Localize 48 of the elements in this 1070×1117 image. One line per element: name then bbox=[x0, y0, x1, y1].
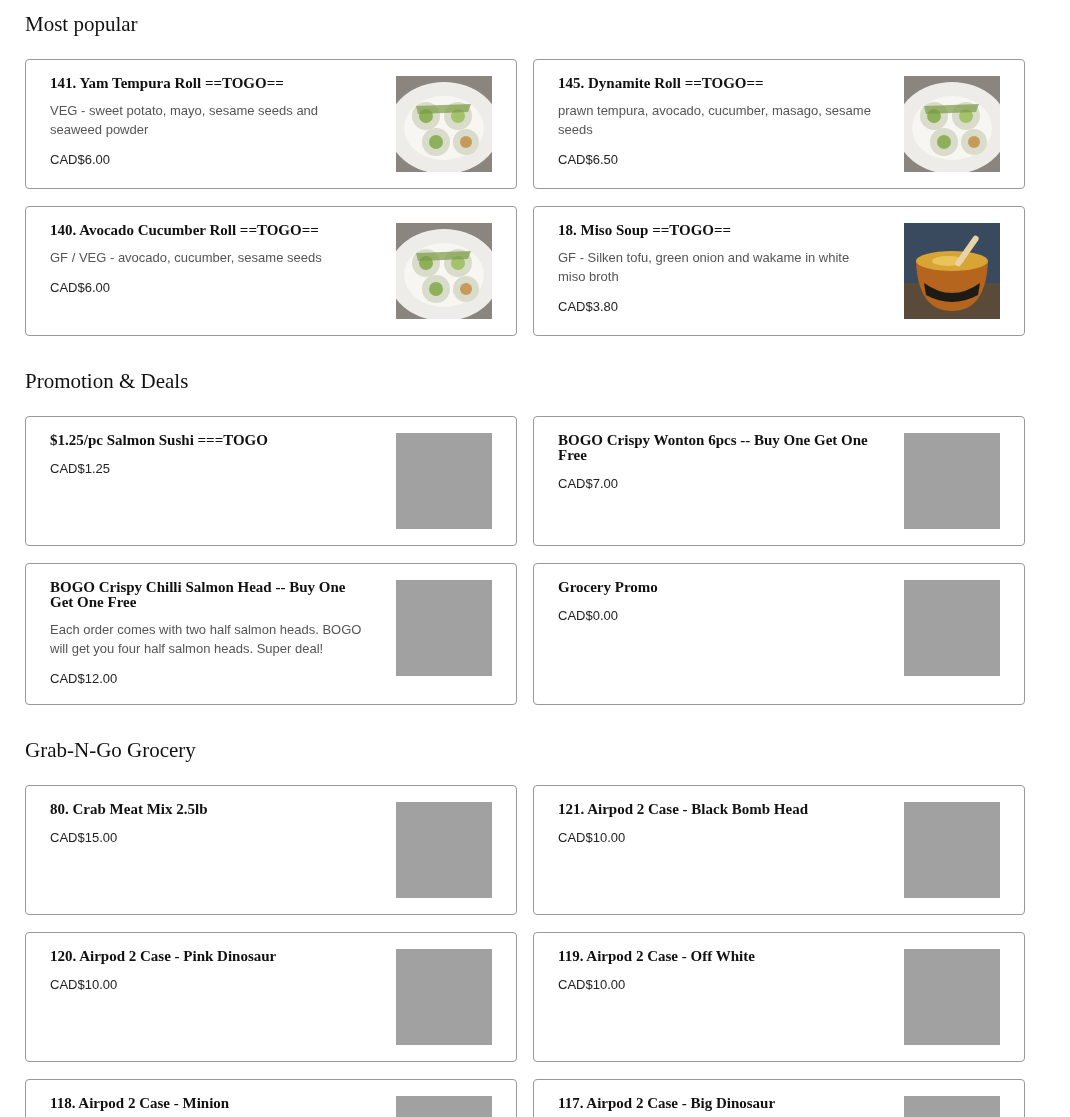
item-price: CAD$10.00 bbox=[558, 829, 627, 847]
item-name: BOGO Crispy Wonton 6pcs -- Buy One Get One Free bbox=[558, 433, 869, 463]
item-price: CAD$6.50 bbox=[558, 151, 619, 169]
item-name: 118. Airpod 2 Case - Minion bbox=[50, 1096, 231, 1111]
menu-item-card[interactable]: 121. Airpod 2 Case - Black Bomb Head CAD$10.00 bbox=[533, 785, 1025, 915]
item-price: CAD$0.00 bbox=[558, 607, 619, 625]
menu-item-card[interactable]: 145. Dynamite Roll ==TOGO== prawn tempura, avocado, cucumber, masago, sesame seeds CAD$6.50 bbox=[533, 59, 1025, 189]
item-description: Each order comes with two half salmon heads. BOGO will get you four half salmon heads. Super deal! bbox=[50, 621, 363, 658]
item-name: $1.25/pc Salmon Sushi ===TOGO bbox=[50, 433, 269, 448]
item-description: GF / VEG - avocado, cucumber, sesame seeds bbox=[50, 249, 323, 267]
item-name: Grocery Promo bbox=[558, 580, 659, 595]
item-price: CAD$3.80 bbox=[558, 298, 619, 316]
menu-item-card[interactable]: 18. Miso Soup ==TOGO== GF - Silken tofu, green onion and wakame in white miso broth CAD$3.80 bbox=[533, 206, 1025, 336]
item-name: 80. Crab Meat Mix 2.5lb bbox=[50, 802, 209, 817]
menu-item-card[interactable]: 118. Airpod 2 Case - Minion bbox=[25, 1079, 517, 1117]
item-description: VEG - sweet potato, mayo, sesame seeds and seaweed powder bbox=[50, 102, 320, 139]
item-description: prawn tempura, avocado, cucumber, masago, sesame seeds bbox=[558, 102, 872, 139]
section-heading: Promotion & Deals bbox=[25, 368, 190, 395]
item-name: 141. Yam Tempura Roll ==TOGO== bbox=[50, 76, 285, 91]
item-price: CAD$12.00 bbox=[50, 670, 119, 688]
item-name: 117. Airpod 2 Case - Big Dinosaur bbox=[558, 1096, 777, 1111]
menu-item-card[interactable]: Grocery Promo CAD$0.00 bbox=[533, 563, 1025, 705]
item-price: CAD$15.00 bbox=[50, 829, 119, 847]
item-description: GF - Silken tofu, green onion and wakame in white miso broth bbox=[558, 249, 851, 286]
item-price: CAD$6.00 bbox=[50, 151, 111, 169]
menu-item-card[interactable]: 120. Airpod 2 Case - Pink Dinosaur CAD$10.00 bbox=[25, 932, 517, 1062]
item-name: 18. Miso Soup ==TOGO== bbox=[558, 223, 733, 238]
menu-item-card[interactable]: BOGO Crispy Wonton 6pcs -- Buy One Get One Free CAD$7.00 bbox=[533, 416, 1025, 546]
menu-item-card[interactable]: BOGO Crispy Chilli Salmon Head -- Buy One Get One Free Each order comes with two half salmon heads. BOGO will get you four half salmon heads. Super deal! CAD$12.00 bbox=[25, 563, 517, 705]
menu-item-card[interactable]: 117. Airpod 2 Case - Big Dinosaur bbox=[533, 1079, 1025, 1117]
item-name: 120. Airpod 2 Case - Pink Dinosaur bbox=[50, 949, 278, 964]
section-heading: Grab-N-Go Grocery bbox=[25, 737, 197, 764]
section-heading: Most popular bbox=[25, 11, 139, 38]
item-name: 119. Airpod 2 Case - Off White bbox=[558, 949, 756, 964]
item-price: CAD$7.00 bbox=[558, 475, 619, 493]
item-price: CAD$6.00 bbox=[50, 279, 111, 297]
item-price: CAD$10.00 bbox=[558, 976, 627, 994]
item-name: 121. Airpod 2 Case - Black Bomb Head bbox=[558, 802, 810, 817]
item-name: BOGO Crispy Chilli Salmon Head -- Buy One Get One Free bbox=[50, 580, 347, 610]
menu-item-card[interactable]: 119. Airpod 2 Case - Off White CAD$10.00 bbox=[533, 932, 1025, 1062]
menu-item-card[interactable]: 140. Avocado Cucumber Roll ==TOGO== GF / VEG - avocado, cucumber, sesame seeds CAD$6.00 bbox=[25, 206, 517, 336]
item-price: CAD$1.25 bbox=[50, 460, 111, 478]
item-name: 145. Dynamite Roll ==TOGO== bbox=[558, 76, 765, 91]
menu-item-card[interactable]: 80. Crab Meat Mix 2.5lb CAD$15.00 bbox=[25, 785, 517, 915]
menu-item-card[interactable]: $1.25/pc Salmon Sushi ===TOGO CAD$1.25 bbox=[25, 416, 517, 546]
item-name: 140. Avocado Cucumber Roll ==TOGO== bbox=[50, 223, 320, 238]
menu-item-card[interactable]: 141. Yam Tempura Roll ==TOGO== VEG - sweet potato, mayo, sesame seeds and seaweed powder CAD$6.00 bbox=[25, 59, 517, 189]
item-price: CAD$10.00 bbox=[50, 976, 119, 994]
